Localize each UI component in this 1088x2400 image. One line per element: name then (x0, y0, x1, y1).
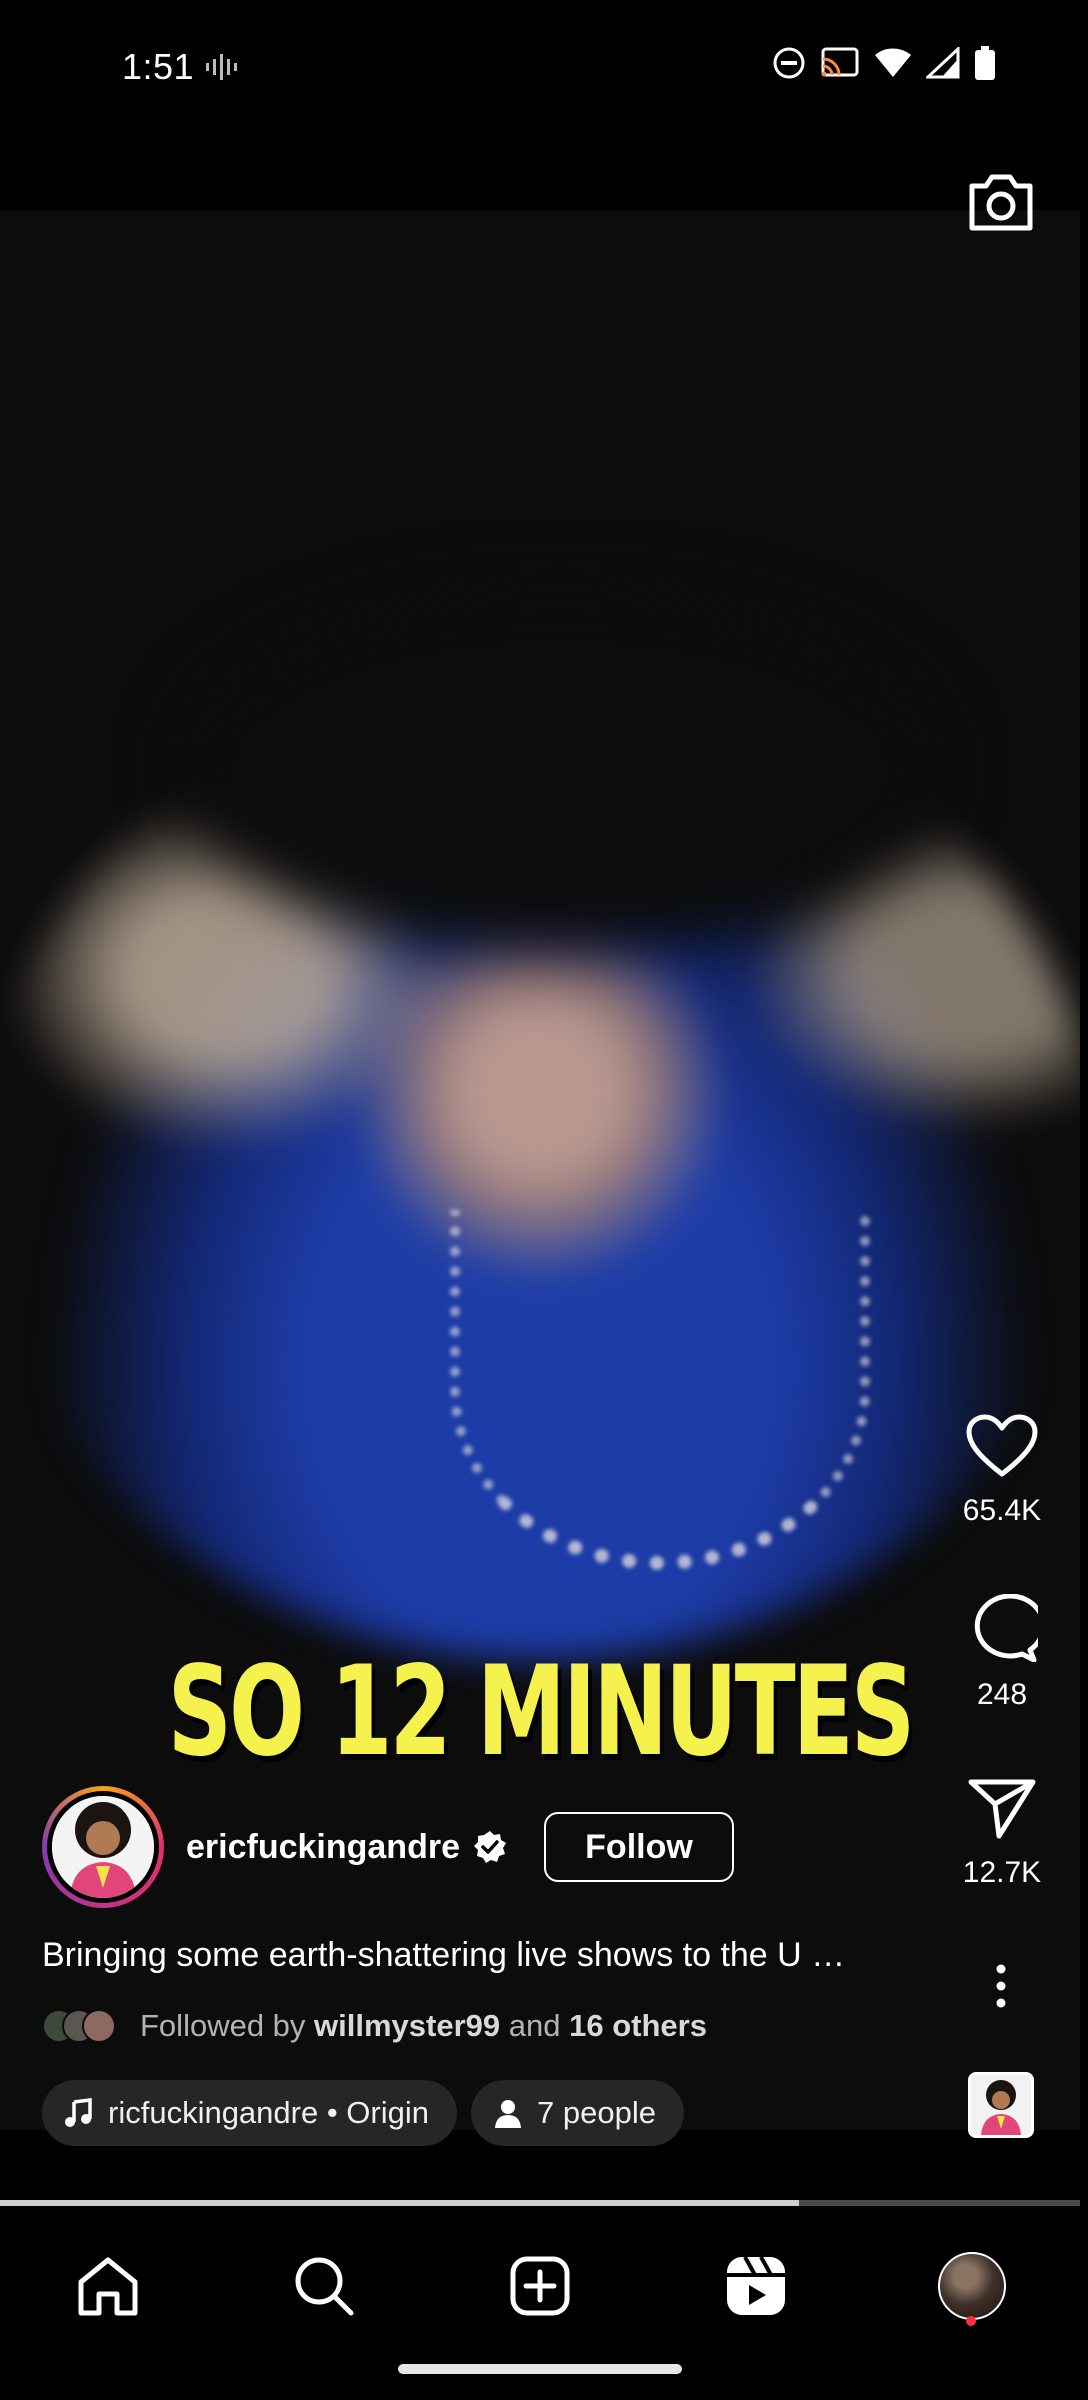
nav-reels[interactable] (716, 2246, 796, 2326)
followed-by-others: 16 others (569, 2008, 707, 2043)
do-not-disturb-icon (773, 47, 805, 79)
person-icon (495, 2100, 521, 2128)
video-frame-necklace (450, 1210, 870, 1570)
post-description[interactable]: Bringing some earth-shattering live show… (42, 1936, 922, 1975)
notification-dot (966, 2316, 976, 2326)
like-action[interactable]: 65.4K (940, 1414, 1064, 1528)
status-bar: 1:51 (0, 0, 1088, 134)
heart-icon[interactable] (966, 1414, 1038, 1478)
like-count: 65.4K (962, 1494, 1042, 1527)
music-note-icon (65, 2098, 92, 2127)
audio-chip[interactable]: ricfuckingandre • Origin (42, 2080, 457, 2146)
more-options-icon[interactable] (986, 1964, 1016, 2008)
search-icon[interactable] (293, 2255, 355, 2317)
home-indicator[interactable] (398, 2364, 682, 2374)
share-count: 12.7K (962, 1856, 1042, 1889)
status-time: 1:51 (122, 46, 195, 87)
mutual-avatar (82, 2009, 116, 2043)
audio-thumbnail[interactable] (968, 2072, 1034, 2138)
followed-by-and: and (508, 2008, 561, 2043)
verified-badge-icon (473, 1831, 506, 1863)
share-action[interactable]: 12.7K (940, 1778, 1064, 1890)
follow-button[interactable]: Follow (543, 1812, 734, 1882)
person-avatar-icon (52, 1796, 154, 1898)
followed-by-user: willmyster99 (314, 2008, 501, 2043)
creator-avatar[interactable] (42, 1786, 164, 1908)
audio-chip-label: ricfuckingandre • Origin (108, 2095, 429, 2130)
nav-create[interactable] (500, 2246, 580, 2326)
reels-icon[interactable] (725, 2255, 787, 2317)
profile-avatar[interactable] (938, 2252, 1006, 2320)
signal-icon (926, 47, 960, 79)
cast-icon (821, 47, 859, 77)
followed-by-prefix: Followed by (140, 2008, 306, 2043)
comment-icon[interactable] (966, 1594, 1038, 1662)
reels-screen: 1:51 SO 12 MINUTES 65.4K 248 12.7K ericf… (0, 0, 1088, 2400)
voice-activity-icon (206, 54, 237, 80)
chip-row: ricfuckingandre • Origin 7 people (42, 2080, 684, 2146)
wifi-icon (875, 48, 911, 77)
nav-profile[interactable] (932, 2246, 1012, 2326)
home-icon[interactable] (77, 2256, 139, 2316)
nav-home[interactable] (68, 2246, 148, 2326)
camera-icon[interactable] (966, 170, 1036, 234)
people-chip-label: 7 people (537, 2095, 656, 2130)
status-icons (772, 46, 996, 80)
person-avatar-icon (971, 2075, 1031, 2135)
creator-username[interactable]: ericfuckingandre (186, 1828, 460, 1867)
battery-icon (975, 46, 995, 80)
video-frame-shadow (180, 590, 940, 950)
followed-by-row[interactable]: Followed by willmyster99 and 16 others (42, 2008, 707, 2044)
creator-avatar-image (52, 1796, 154, 1898)
video-caption: SO 12 MINUTES (167, 1640, 916, 1784)
mutual-avatars (42, 2009, 122, 2043)
send-icon[interactable] (968, 1778, 1036, 1840)
comment-count: 248 (976, 1678, 1028, 1711)
comment-action[interactable]: 248 (940, 1594, 1064, 1712)
create-icon[interactable] (509, 2255, 571, 2317)
people-chip[interactable]: 7 people (471, 2080, 684, 2146)
creator-row: ericfuckingandre Follow (42, 1786, 734, 1908)
nav-search[interactable] (284, 2246, 364, 2326)
